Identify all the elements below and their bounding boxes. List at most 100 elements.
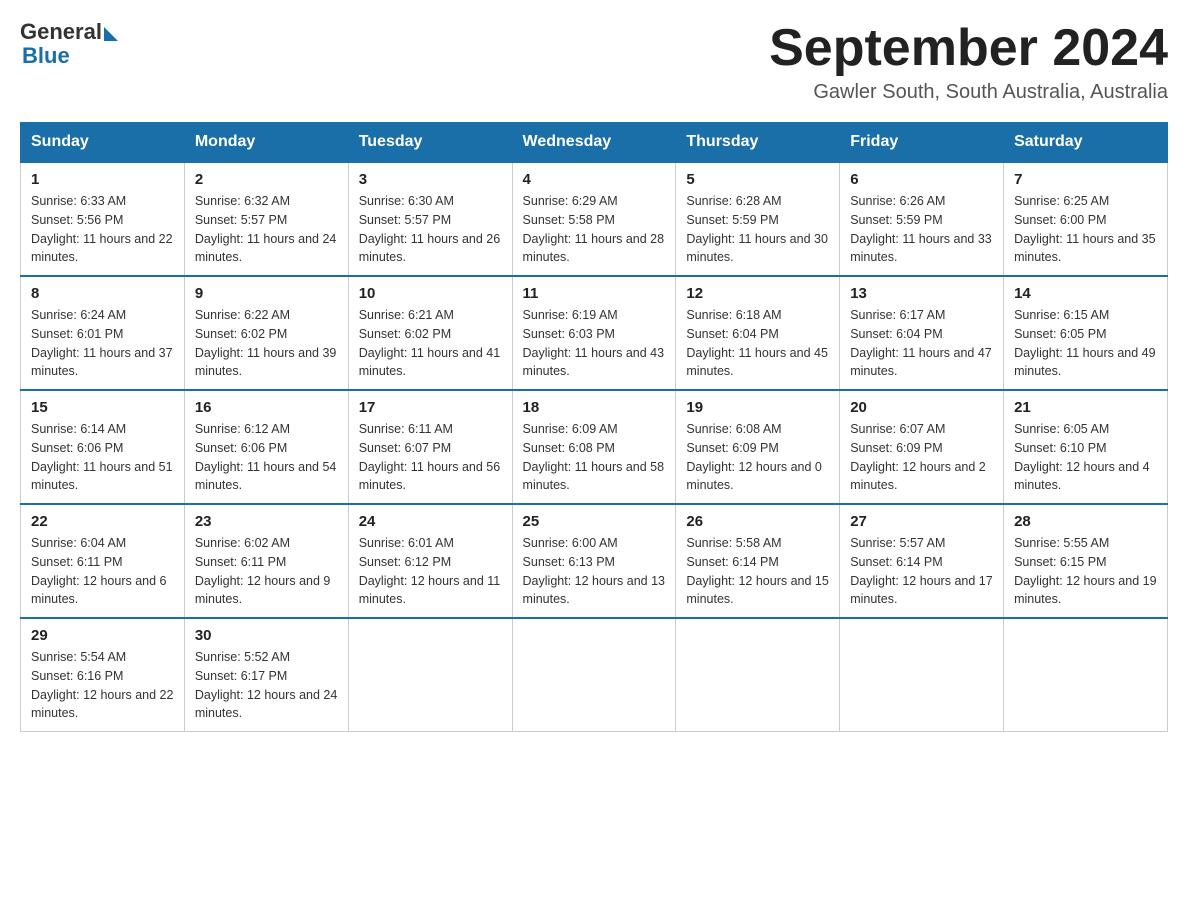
calendar-cell: 4 Sunrise: 6:29 AMSunset: 5:58 PMDaylight… bbox=[512, 162, 676, 276]
calendar-cell: 12Sunrise: 6:18 AMSunset: 6:04 PMDayligh… bbox=[676, 276, 840, 390]
calendar-cell: 6 Sunrise: 6:26 AMSunset: 5:59 PMDaylight… bbox=[840, 162, 1004, 276]
weekday-header-sunday: Sunday bbox=[21, 123, 185, 163]
day-info: Sunrise: 6:17 AMSunset: 6:04 PMDaylight:… bbox=[850, 306, 993, 381]
weekday-header-thursday: Thursday bbox=[676, 123, 840, 163]
day-info: Sunrise: 6:15 AMSunset: 6:05 PMDaylight:… bbox=[1014, 306, 1157, 381]
day-info: Sunrise: 6:30 AMSunset: 5:57 PMDaylight:… bbox=[359, 192, 502, 267]
day-number: 16 bbox=[195, 399, 338, 416]
day-info: Sunrise: 5:58 AMSunset: 6:14 PMDaylight:… bbox=[686, 534, 829, 609]
day-info: Sunrise: 5:54 AMSunset: 6:16 PMDaylight:… bbox=[31, 648, 174, 723]
calendar-cell bbox=[512, 618, 676, 732]
day-number: 19 bbox=[686, 399, 829, 416]
day-number: 30 bbox=[195, 627, 338, 644]
calendar-cell: 11Sunrise: 6:19 AMSunset: 6:03 PMDayligh… bbox=[512, 276, 676, 390]
logo-general-text: General bbox=[20, 20, 102, 44]
day-number: 7 bbox=[1014, 171, 1157, 188]
calendar-week-row: 8 Sunrise: 6:24 AMSunset: 6:01 PMDaylight… bbox=[21, 276, 1168, 390]
calendar-week-row: 29 Sunrise: 5:54 AMSunset: 6:16 PMDayligh… bbox=[21, 618, 1168, 732]
calendar-cell: 17 Sunrise: 6:11 AMSunset: 6:07 PMDayligh… bbox=[348, 390, 512, 504]
day-number: 9 bbox=[195, 285, 338, 302]
calendar-cell bbox=[840, 618, 1004, 732]
day-number: 1 bbox=[31, 171, 174, 188]
calendar-week-row: 15 Sunrise: 6:14 AMSunset: 6:06 PMDayligh… bbox=[21, 390, 1168, 504]
day-number: 21 bbox=[1014, 399, 1157, 416]
calendar-cell: 14 Sunrise: 6:15 AMSunset: 6:05 PMDayligh… bbox=[1004, 276, 1168, 390]
day-info: Sunrise: 6:05 AMSunset: 6:10 PMDaylight:… bbox=[1014, 420, 1157, 495]
day-number: 2 bbox=[195, 171, 338, 188]
day-info: Sunrise: 6:08 AMSunset: 6:09 PMDaylight:… bbox=[686, 420, 829, 495]
day-number: 29 bbox=[31, 627, 174, 644]
calendar-cell: 5Sunrise: 6:28 AMSunset: 5:59 PMDaylight… bbox=[676, 162, 840, 276]
day-info: Sunrise: 6:07 AMSunset: 6:09 PMDaylight:… bbox=[850, 420, 993, 495]
calendar-cell: 7 Sunrise: 6:25 AMSunset: 6:00 PMDaylight… bbox=[1004, 162, 1168, 276]
day-number: 18 bbox=[523, 399, 666, 416]
calendar-cell: 28 Sunrise: 5:55 AMSunset: 6:15 PMDayligh… bbox=[1004, 504, 1168, 618]
title-block: September 2024 Gawler South, South Austr… bbox=[769, 20, 1168, 104]
logo-blue-text: Blue bbox=[22, 44, 70, 68]
weekday-header-monday: Monday bbox=[184, 123, 348, 163]
day-info: Sunrise: 5:55 AMSunset: 6:15 PMDaylight:… bbox=[1014, 534, 1157, 609]
day-info: Sunrise: 6:14 AMSunset: 6:06 PMDaylight:… bbox=[31, 420, 174, 495]
day-info: Sunrise: 6:12 AMSunset: 6:06 PMDaylight:… bbox=[195, 420, 338, 495]
calendar-cell: 10 Sunrise: 6:21 AMSunset: 6:02 PMDayligh… bbox=[348, 276, 512, 390]
day-info: Sunrise: 6:24 AMSunset: 6:01 PMDaylight:… bbox=[31, 306, 174, 381]
calendar-cell: 26Sunrise: 5:58 AMSunset: 6:14 PMDayligh… bbox=[676, 504, 840, 618]
calendar-cell: 21 Sunrise: 6:05 AMSunset: 6:10 PMDayligh… bbox=[1004, 390, 1168, 504]
day-number: 28 bbox=[1014, 513, 1157, 530]
logo: General Blue bbox=[20, 20, 118, 68]
weekday-header-tuesday: Tuesday bbox=[348, 123, 512, 163]
calendar-cell bbox=[676, 618, 840, 732]
calendar-cell bbox=[1004, 618, 1168, 732]
calendar-cell: 27Sunrise: 5:57 AMSunset: 6:14 PMDayligh… bbox=[840, 504, 1004, 618]
day-info: Sunrise: 6:25 AMSunset: 6:00 PMDaylight:… bbox=[1014, 192, 1157, 267]
day-number: 17 bbox=[359, 399, 502, 416]
logo-arrow-icon bbox=[104, 27, 118, 41]
day-info: Sunrise: 5:52 AMSunset: 6:17 PMDaylight:… bbox=[195, 648, 338, 723]
day-info: Sunrise: 6:29 AMSunset: 5:58 PMDaylight:… bbox=[523, 192, 666, 267]
calendar-week-row: 1 Sunrise: 6:33 AMSunset: 5:56 PMDaylight… bbox=[21, 162, 1168, 276]
day-number: 22 bbox=[31, 513, 174, 530]
day-info: Sunrise: 6:11 AMSunset: 6:07 PMDaylight:… bbox=[359, 420, 502, 495]
calendar-cell: 16 Sunrise: 6:12 AMSunset: 6:06 PMDayligh… bbox=[184, 390, 348, 504]
day-info: Sunrise: 6:33 AMSunset: 5:56 PMDaylight:… bbox=[31, 192, 174, 267]
day-number: 14 bbox=[1014, 285, 1157, 302]
day-info: Sunrise: 6:28 AMSunset: 5:59 PMDaylight:… bbox=[686, 192, 829, 267]
month-title: September 2024 bbox=[769, 20, 1168, 77]
day-number: 25 bbox=[523, 513, 666, 530]
day-info: Sunrise: 6:19 AMSunset: 6:03 PMDaylight:… bbox=[523, 306, 666, 381]
day-number: 3 bbox=[359, 171, 502, 188]
day-info: Sunrise: 6:02 AMSunset: 6:11 PMDaylight:… bbox=[195, 534, 338, 609]
day-info: Sunrise: 6:09 AMSunset: 6:08 PMDaylight:… bbox=[523, 420, 666, 495]
calendar-cell: 30 Sunrise: 5:52 AMSunset: 6:17 PMDayligh… bbox=[184, 618, 348, 732]
calendar-cell: 24 Sunrise: 6:01 AMSunset: 6:12 PMDayligh… bbox=[348, 504, 512, 618]
day-number: 6 bbox=[850, 171, 993, 188]
calendar-cell: 13 Sunrise: 6:17 AMSunset: 6:04 PMDayligh… bbox=[840, 276, 1004, 390]
day-number: 15 bbox=[31, 399, 174, 416]
calendar-cell: 29 Sunrise: 5:54 AMSunset: 6:16 PMDayligh… bbox=[21, 618, 185, 732]
calendar-cell bbox=[348, 618, 512, 732]
location-title: Gawler South, South Australia, Australia bbox=[769, 81, 1168, 104]
day-number: 24 bbox=[359, 513, 502, 530]
calendar-cell: 19 Sunrise: 6:08 AMSunset: 6:09 PMDayligh… bbox=[676, 390, 840, 504]
day-info: Sunrise: 6:21 AMSunset: 6:02 PMDaylight:… bbox=[359, 306, 502, 381]
calendar-table: SundayMondayTuesdayWednesdayThursdayFrid… bbox=[20, 122, 1168, 732]
calendar-cell: 22 Sunrise: 6:04 AMSunset: 6:11 PMDayligh… bbox=[21, 504, 185, 618]
day-info: Sunrise: 6:00 AMSunset: 6:13 PMDaylight:… bbox=[523, 534, 666, 609]
day-number: 4 bbox=[523, 171, 666, 188]
day-number: 10 bbox=[359, 285, 502, 302]
day-info: Sunrise: 6:04 AMSunset: 6:11 PMDaylight:… bbox=[31, 534, 174, 609]
calendar-cell: 9Sunrise: 6:22 AMSunset: 6:02 PMDaylight… bbox=[184, 276, 348, 390]
day-info: Sunrise: 6:26 AMSunset: 5:59 PMDaylight:… bbox=[850, 192, 993, 267]
day-number: 23 bbox=[195, 513, 338, 530]
calendar-cell: 3 Sunrise: 6:30 AMSunset: 5:57 PMDaylight… bbox=[348, 162, 512, 276]
calendar-cell: 2Sunrise: 6:32 AMSunset: 5:57 PMDaylight… bbox=[184, 162, 348, 276]
calendar-week-row: 22 Sunrise: 6:04 AMSunset: 6:11 PMDayligh… bbox=[21, 504, 1168, 618]
calendar-cell: 15 Sunrise: 6:14 AMSunset: 6:06 PMDayligh… bbox=[21, 390, 185, 504]
day-number: 8 bbox=[31, 285, 174, 302]
calendar-cell: 18 Sunrise: 6:09 AMSunset: 6:08 PMDayligh… bbox=[512, 390, 676, 504]
day-number: 20 bbox=[850, 399, 993, 416]
weekday-header-friday: Friday bbox=[840, 123, 1004, 163]
weekday-header-saturday: Saturday bbox=[1004, 123, 1168, 163]
day-number: 13 bbox=[850, 285, 993, 302]
day-info: Sunrise: 6:01 AMSunset: 6:12 PMDaylight:… bbox=[359, 534, 502, 609]
